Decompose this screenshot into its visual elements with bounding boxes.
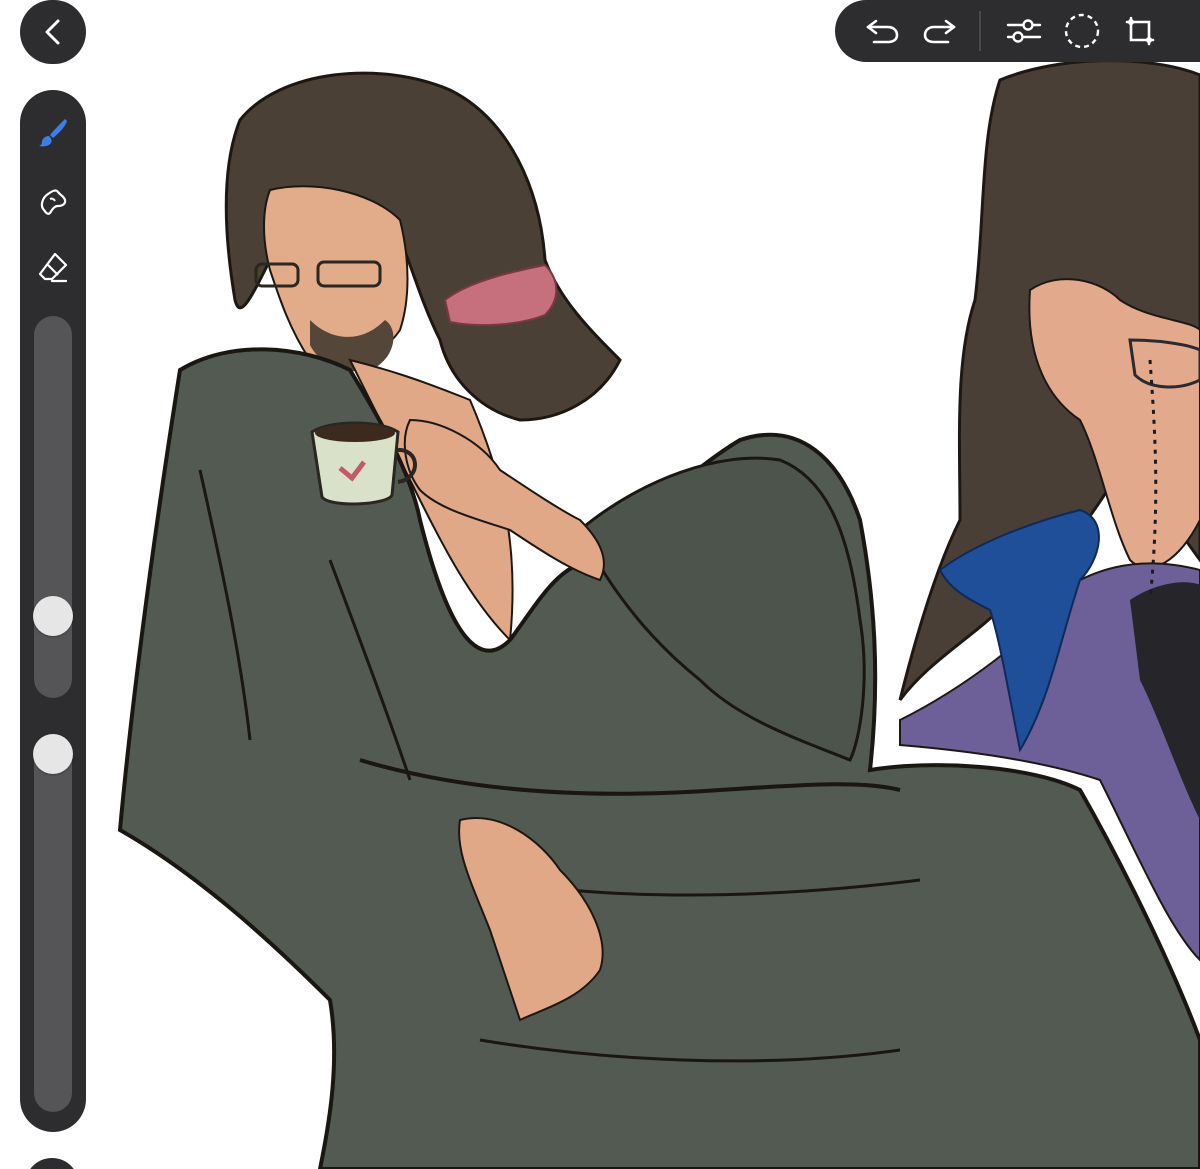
redo-icon bbox=[923, 19, 956, 44]
adjustments-icon bbox=[1006, 19, 1042, 43]
brush-opacity-slider[interactable] bbox=[33, 734, 73, 1112]
brush-icon bbox=[39, 119, 67, 147]
canvas-artwork[interactable] bbox=[0, 0, 1200, 1169]
brush-tool-button[interactable] bbox=[28, 108, 78, 158]
brush-opacity-slider-knob[interactable] bbox=[33, 734, 73, 774]
back-button[interactable] bbox=[20, 0, 86, 64]
brush-size-slider[interactable] bbox=[33, 316, 73, 698]
coffee-cup-liquid bbox=[315, 424, 395, 442]
toolbar-separator bbox=[979, 11, 981, 51]
smudge-tool-button[interactable] bbox=[28, 176, 78, 226]
chevron-left-icon bbox=[45, 19, 60, 45]
brush-size-slider-knob[interactable] bbox=[33, 596, 73, 636]
undo-icon bbox=[866, 19, 899, 44]
eraser-icon bbox=[38, 252, 68, 283]
selection-icon bbox=[1064, 13, 1100, 49]
undo-button[interactable] bbox=[853, 7, 911, 55]
smudge-icon bbox=[40, 189, 67, 215]
transform-button[interactable] bbox=[1111, 7, 1169, 55]
selection-button[interactable] bbox=[1053, 7, 1111, 55]
procreate-canvas-screen bbox=[0, 0, 1200, 1169]
left-sidebar bbox=[20, 90, 86, 1132]
eraser-tool-button[interactable] bbox=[28, 242, 78, 292]
transform-icon bbox=[1125, 16, 1155, 46]
top-toolbar bbox=[835, 0, 1200, 62]
adjustments-button[interactable] bbox=[995, 7, 1053, 55]
redo-button[interactable] bbox=[911, 7, 969, 55]
